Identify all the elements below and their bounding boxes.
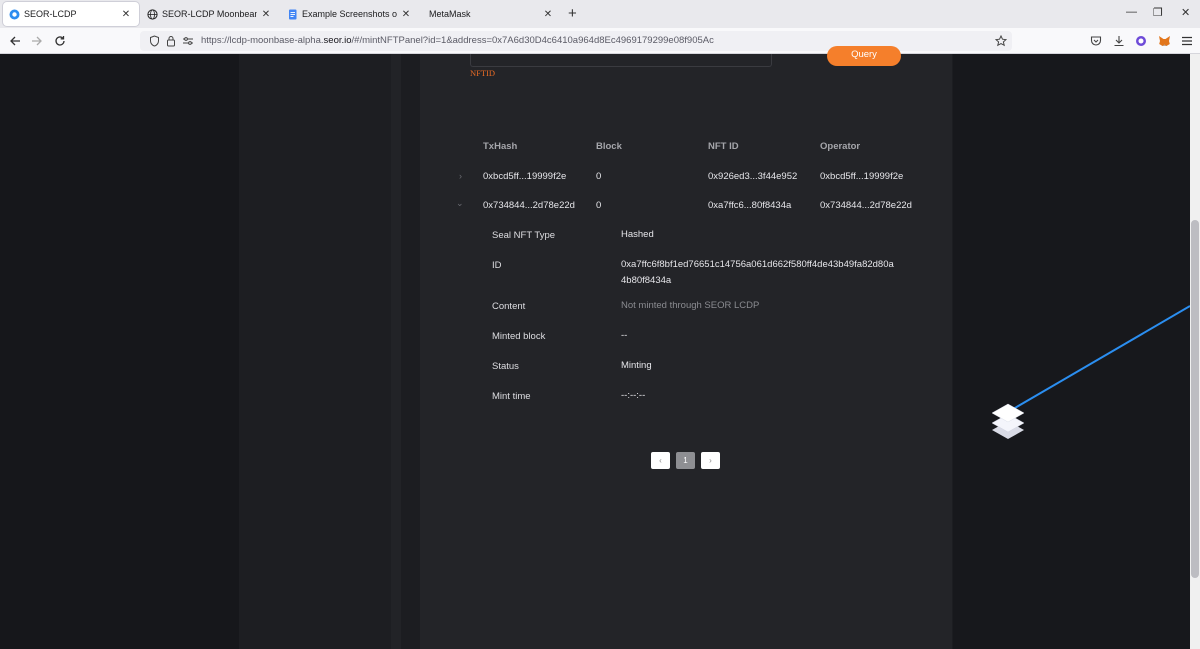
close-tab-icon[interactable]: ✕ (261, 9, 271, 20)
browser-navigation-bar: https://lcdp-moonbase-alpha.seor.io/#/mi… (0, 28, 1200, 54)
tab-label: SEOR-LCDP Moonbeam Testnet (162, 9, 257, 19)
block-cell: 0 (596, 171, 602, 182)
network-background (953, 54, 1190, 649)
minted-block-label: Minted block (492, 331, 546, 342)
content-label: Content (492, 301, 526, 312)
close-tab-icon[interactable]: ✕ (121, 9, 131, 20)
tab-label: Example Screenshots of Moonbeam (302, 9, 397, 19)
id-value: 0xa7ffc6f8bf1ed76651c14756a061d662f580ff… (621, 257, 894, 289)
query-button[interactable]: Query (827, 46, 901, 66)
tab-example-screenshots[interactable]: Example Screenshots of Moonbeam ✕ (281, 2, 419, 26)
url-text[interactable]: https://lcdp-moonbase-alpha.seor.io/#/mi… (201, 35, 714, 46)
reload-icon[interactable] (51, 32, 69, 50)
back-arrow-icon[interactable] (6, 32, 24, 50)
txhash-cell: 0xbcd5ff...19999f2e (483, 171, 567, 182)
pagination-page-1[interactable]: 1 (676, 452, 695, 469)
pagination-prev-button[interactable]: ‹ (651, 452, 670, 469)
lock-icon[interactable] (165, 35, 177, 47)
network-node-icon (991, 403, 1025, 439)
operator-cell: 0xbcd5ff...19999f2e (820, 171, 904, 182)
operator-cell: 0x734844...2d78e22d (820, 200, 912, 211)
forward-arrow-icon[interactable] (28, 32, 46, 50)
nftid-label: NFTID (470, 68, 496, 78)
mint-time-value: --:--:-- (621, 390, 646, 401)
collapse-chevron-icon[interactable]: ⌄ (456, 198, 464, 209)
new-tab-button[interactable]: + (568, 5, 577, 22)
nft-id-cell: 0xa7ffc6...80f8434a (708, 200, 792, 211)
network-graph-decoration (991, 305, 1190, 439)
column-header-nft-id: NFT ID (708, 141, 739, 152)
column-header-operator: Operator (820, 141, 861, 152)
close-tab-icon[interactable]: ✕ (401, 9, 411, 20)
url-domain: seor.io (323, 35, 352, 46)
seal-nft-type-value: Hashed (621, 229, 654, 240)
id-value-line: 4b80f8434a (621, 275, 672, 286)
table-row[interactable]: › 0xbcd5ff...19999f2e 0 0x926ed3...3f44e… (420, 165, 952, 189)
seor-logo-icon (9, 9, 20, 20)
nftid-input[interactable] (470, 54, 772, 67)
google-docs-icon (287, 9, 298, 20)
globe-icon (147, 8, 158, 20)
page-viewport (0, 54, 1190, 649)
mint-time-label: Mint time (492, 391, 531, 402)
url-prefix: https://lcdp-moonbase-alpha. (201, 35, 324, 46)
tab-metamask[interactable]: MetaMask ✕ (421, 2, 561, 26)
tracking-shield-icon[interactable] (148, 35, 160, 47)
close-tab-icon[interactable]: ✕ (543, 9, 553, 20)
content-value: Not minted through SEOR LCDP (621, 300, 760, 311)
minimize-window-button[interactable]: — (1126, 6, 1137, 18)
txhash-cell: 0x734844...2d78e22d (483, 200, 575, 211)
left-sidebar-panel (239, 54, 391, 649)
id-label: ID (492, 260, 502, 271)
pocket-icon[interactable] (1089, 34, 1103, 48)
status-label: Status (492, 361, 519, 372)
table-row[interactable]: ⌄ 0x734844...2d78e22d 0 0xa7ffc6...80f84… (420, 194, 952, 218)
close-window-button[interactable]: ✕ (1181, 6, 1190, 19)
tab-moonbeam-testnet[interactable]: SEOR-LCDP Moonbeam Testnet ✕ (141, 2, 279, 26)
bookmark-star-icon[interactable] (995, 35, 1007, 47)
id-value-line: 0xa7ffc6f8bf1ed76651c14756a061d662f580ff… (621, 259, 894, 270)
hamburger-menu-icon[interactable] (1180, 34, 1194, 48)
pagination-next-button[interactable]: › (701, 452, 720, 469)
nft-id-cell: 0x926ed3...3f44e952 (708, 171, 798, 182)
panel-divider (391, 54, 401, 649)
url-path: /#/mintNFTPanel?id=1&address=0x7A6d30D4c… (351, 35, 714, 46)
downloads-icon[interactable] (1112, 34, 1126, 48)
tab-label: MetaMask (429, 9, 471, 19)
minted-block-value: -- (621, 330, 628, 341)
permissions-icon[interactable] (182, 35, 194, 47)
restore-window-button[interactable]: ❐ (1153, 6, 1163, 19)
profile-extension-icon[interactable] (1134, 34, 1148, 48)
metamask-fox-icon[interactable] (1157, 34, 1171, 48)
tab-seor-lcdp[interactable]: SEOR-LCDP ✕ (3, 2, 139, 26)
column-header-block: Block (596, 141, 622, 152)
tab-label: SEOR-LCDP (24, 9, 77, 19)
status-value: Minting (621, 360, 652, 371)
column-header-txhash: TxHash (483, 141, 518, 152)
block-cell: 0 (596, 200, 602, 211)
seal-nft-type-label: Seal NFT Type (492, 230, 556, 241)
page-scrollbar-thumb[interactable] (1191, 220, 1199, 578)
browser-tab-strip: SEOR-LCDP ✕ SEOR-LCDP Moonbeam Testnet ✕… (0, 0, 1200, 28)
expand-chevron-icon[interactable]: › (459, 171, 462, 181)
